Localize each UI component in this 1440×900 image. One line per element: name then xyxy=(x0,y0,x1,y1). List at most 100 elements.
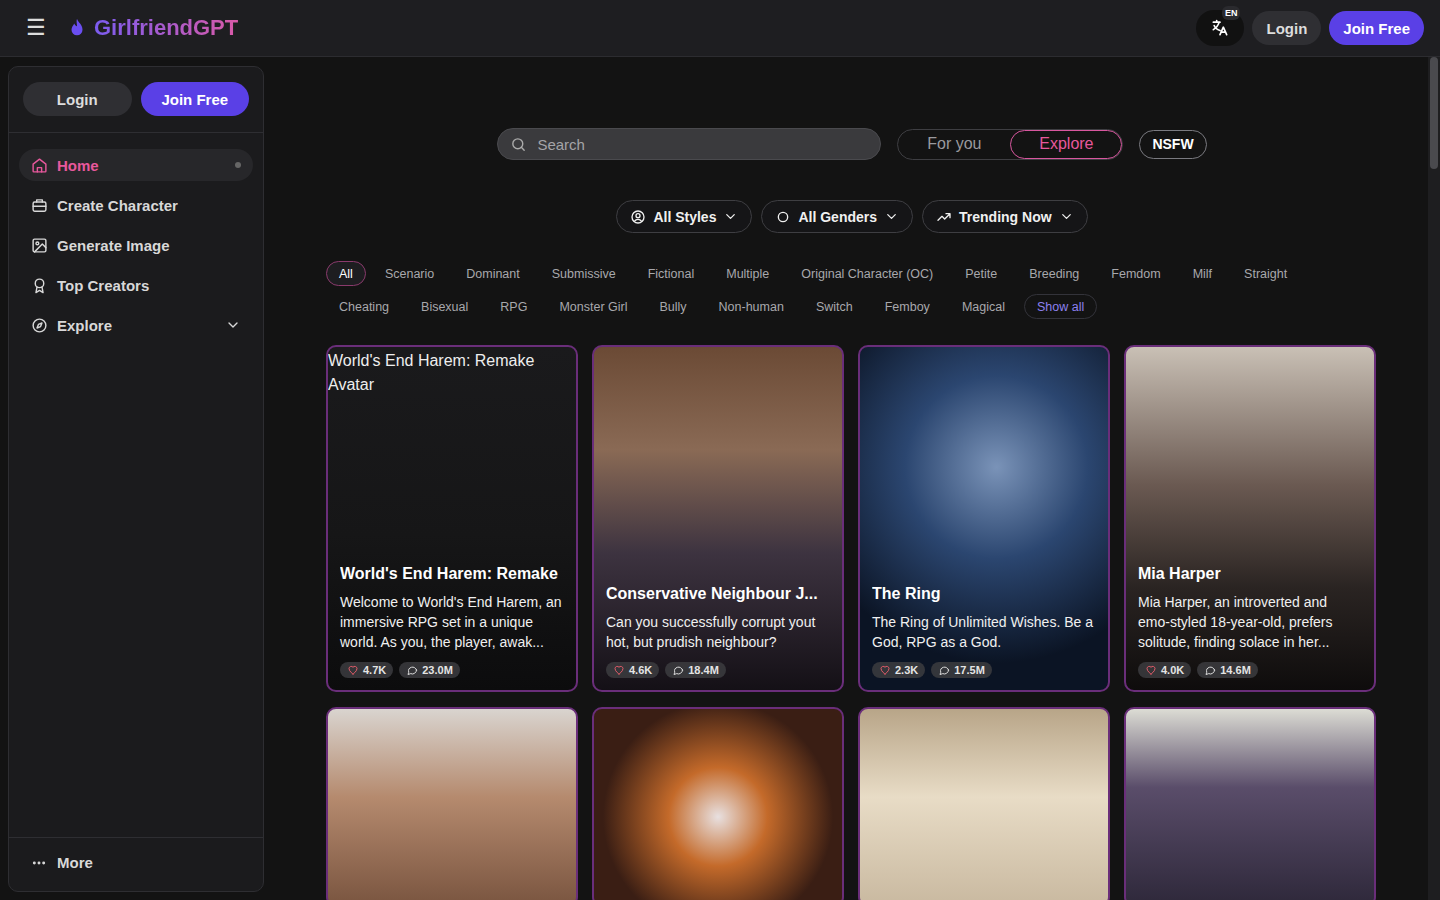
tag-chip[interactable]: Magical xyxy=(949,294,1018,319)
award-icon xyxy=(31,277,48,294)
tag-chip[interactable]: Multiple xyxy=(713,261,782,286)
sidebar-item[interactable]: Create Character xyxy=(19,189,253,221)
chat-icon xyxy=(406,664,418,676)
sidebar-item[interactable]: Generate Image xyxy=(19,229,253,261)
character-card[interactable]: World's End Harem: Remake AvatarWorld's … xyxy=(326,345,578,692)
tag-chip[interactable]: Scenario xyxy=(372,261,447,286)
flame-icon xyxy=(66,17,88,39)
top-bar: ☰ GirlfriendGPT ENLoginJoin Free xyxy=(0,0,1440,57)
feed-tab[interactable]: Explore xyxy=(1010,130,1122,159)
tag-chip[interactable]: Dominant xyxy=(453,261,533,286)
home-icon xyxy=(31,157,48,174)
scrollbar-thumb[interactable] xyxy=(1430,57,1438,169)
tag-chip[interactable]: Milf xyxy=(1180,261,1225,286)
explore-content: For youExplore NSFW All Styles All Genders T… xyxy=(326,57,1378,900)
tag-chip[interactable]: Breeding xyxy=(1016,261,1092,286)
compass-icon xyxy=(31,317,48,334)
tag-chip[interactable]: Bully xyxy=(646,294,699,319)
sidebar: Login Join Free Home Create Character Genera… xyxy=(8,66,264,892)
tag-chip[interactable]: Non-human xyxy=(706,294,797,319)
search-field[interactable] xyxy=(497,128,881,160)
card-stats: 2.3K17.5M xyxy=(872,662,1096,678)
tag-list: AllScenarioDominantSubmissiveFictionalMu… xyxy=(326,261,1378,319)
tag-chip[interactable]: RPG xyxy=(487,294,540,319)
tag-chip[interactable]: All xyxy=(326,261,366,286)
sidebar-login-button[interactable]: Login xyxy=(23,82,132,116)
tag-chip[interactable]: Petite xyxy=(952,261,1010,286)
chats-count: 18.4M xyxy=(665,662,726,678)
sidebar-item-label: Create Character xyxy=(57,197,178,214)
login-button[interactable]: Login xyxy=(1252,11,1321,45)
chats-value: 23.0M xyxy=(422,664,453,676)
card-title: Conservative Neighbour J... xyxy=(606,585,830,603)
tag-chip[interactable]: Femdom xyxy=(1098,261,1173,286)
scrollbar[interactable] xyxy=(1428,57,1440,900)
image-alt-text: World's End Harem: Remake Avatar xyxy=(328,349,576,397)
likes-count: 4.0K xyxy=(1138,662,1191,678)
join-button[interactable]: Join Free xyxy=(1329,11,1424,45)
filter-dropdown[interactable]: All Styles xyxy=(616,200,752,233)
sidebar-item-label: Explore xyxy=(57,317,112,334)
tag-chip[interactable]: Femboy xyxy=(872,294,943,319)
character-card[interactable] xyxy=(858,707,1110,900)
sidebar-item[interactable]: Home xyxy=(19,149,253,181)
likes-value: 4.7K xyxy=(363,664,386,676)
logo-text[interactable]: GirlfriendGPT xyxy=(94,15,238,41)
tag-chip[interactable]: Switch xyxy=(803,294,866,319)
filter-dropdown[interactable]: All Genders xyxy=(761,200,913,233)
active-dot xyxy=(235,162,241,168)
filter-dropdown[interactable]: Trending Now xyxy=(922,200,1088,233)
character-grid: World's End Harem: Remake AvatarWorld's … xyxy=(326,345,1378,900)
card-stats: 4.0K 14.6M xyxy=(1138,662,1362,678)
chevron-down-icon xyxy=(1059,209,1074,224)
tag-chip[interactable]: Fictional xyxy=(635,261,708,286)
tag-chip[interactable]: Straight xyxy=(1231,261,1300,286)
sidebar-item[interactable]: Top Creators xyxy=(19,269,253,301)
tag-chip[interactable]: Cheating xyxy=(326,294,402,319)
character-card[interactable]: The RingThe Ring of Unlimited Wishes. Be… xyxy=(858,345,1110,692)
briefcase-icon xyxy=(31,197,48,214)
heart-icon xyxy=(1145,664,1157,676)
logo[interactable]: GirlfriendGPT xyxy=(66,15,238,41)
sidebar-menu: Home Create Character Generate Image Top Cr… xyxy=(9,133,263,837)
menu-button[interactable]: ☰ xyxy=(26,15,46,41)
search-row: For youExplore NSFW xyxy=(497,128,1206,160)
circle-icon xyxy=(775,209,791,225)
translate-icon xyxy=(1210,18,1230,38)
show-all-button[interactable]: Show all xyxy=(1024,294,1097,319)
likes-value: 4.0K xyxy=(1161,664,1184,676)
sidebar-join-button[interactable]: Join Free xyxy=(141,82,250,116)
filter-label: All Genders xyxy=(798,209,877,225)
likes-count: 2.3K xyxy=(872,662,925,678)
chevron-down-icon xyxy=(884,209,899,224)
likes-value: 4.6K xyxy=(629,664,652,676)
trending-icon xyxy=(936,209,952,225)
tag-chip[interactable]: Original Character (OC) xyxy=(788,261,946,286)
tag-chip[interactable]: Monster Girl xyxy=(546,294,640,319)
language-button[interactable]: EN xyxy=(1196,10,1244,46)
more-button[interactable]: More xyxy=(9,837,263,891)
character-card[interactable]: Conservative Neighbour J...Can you succe… xyxy=(592,345,844,692)
likes-count: 4.6K xyxy=(606,662,659,678)
character-card[interactable] xyxy=(1124,707,1376,900)
character-card[interactable]: Mia Harper Mia Harper, an introverted and… xyxy=(1124,345,1376,692)
feed-tab[interactable]: For you xyxy=(898,130,1010,159)
chats-count: 14.6M xyxy=(1197,662,1258,678)
sidebar-item-label: Top Creators xyxy=(57,277,149,294)
search-input[interactable] xyxy=(537,136,868,153)
tag-chip[interactable]: Submissive xyxy=(539,261,629,286)
tag-chip[interactable]: Bisexual xyxy=(408,294,481,319)
sidebar-item[interactable]: Explore xyxy=(19,309,253,341)
nsfw-toggle[interactable]: NSFW xyxy=(1139,130,1206,159)
filter-label: Trending Now xyxy=(959,209,1052,225)
card-description: Mia Harper, an introverted and emo-style… xyxy=(1138,592,1362,652)
feed-tabs: For youExplore xyxy=(897,129,1123,160)
character-card[interactable] xyxy=(592,707,844,900)
main-content: For youExplore NSFW All Styles All Genders T… xyxy=(264,57,1440,900)
character-card[interactable] xyxy=(326,707,578,900)
card-title: Mia Harper xyxy=(1138,565,1362,583)
heart-icon xyxy=(879,664,891,676)
chat-icon xyxy=(672,664,684,676)
card-stats: 4.7K 23.0M xyxy=(340,662,564,678)
card-stats: 4.6K 18.4M xyxy=(606,662,830,678)
